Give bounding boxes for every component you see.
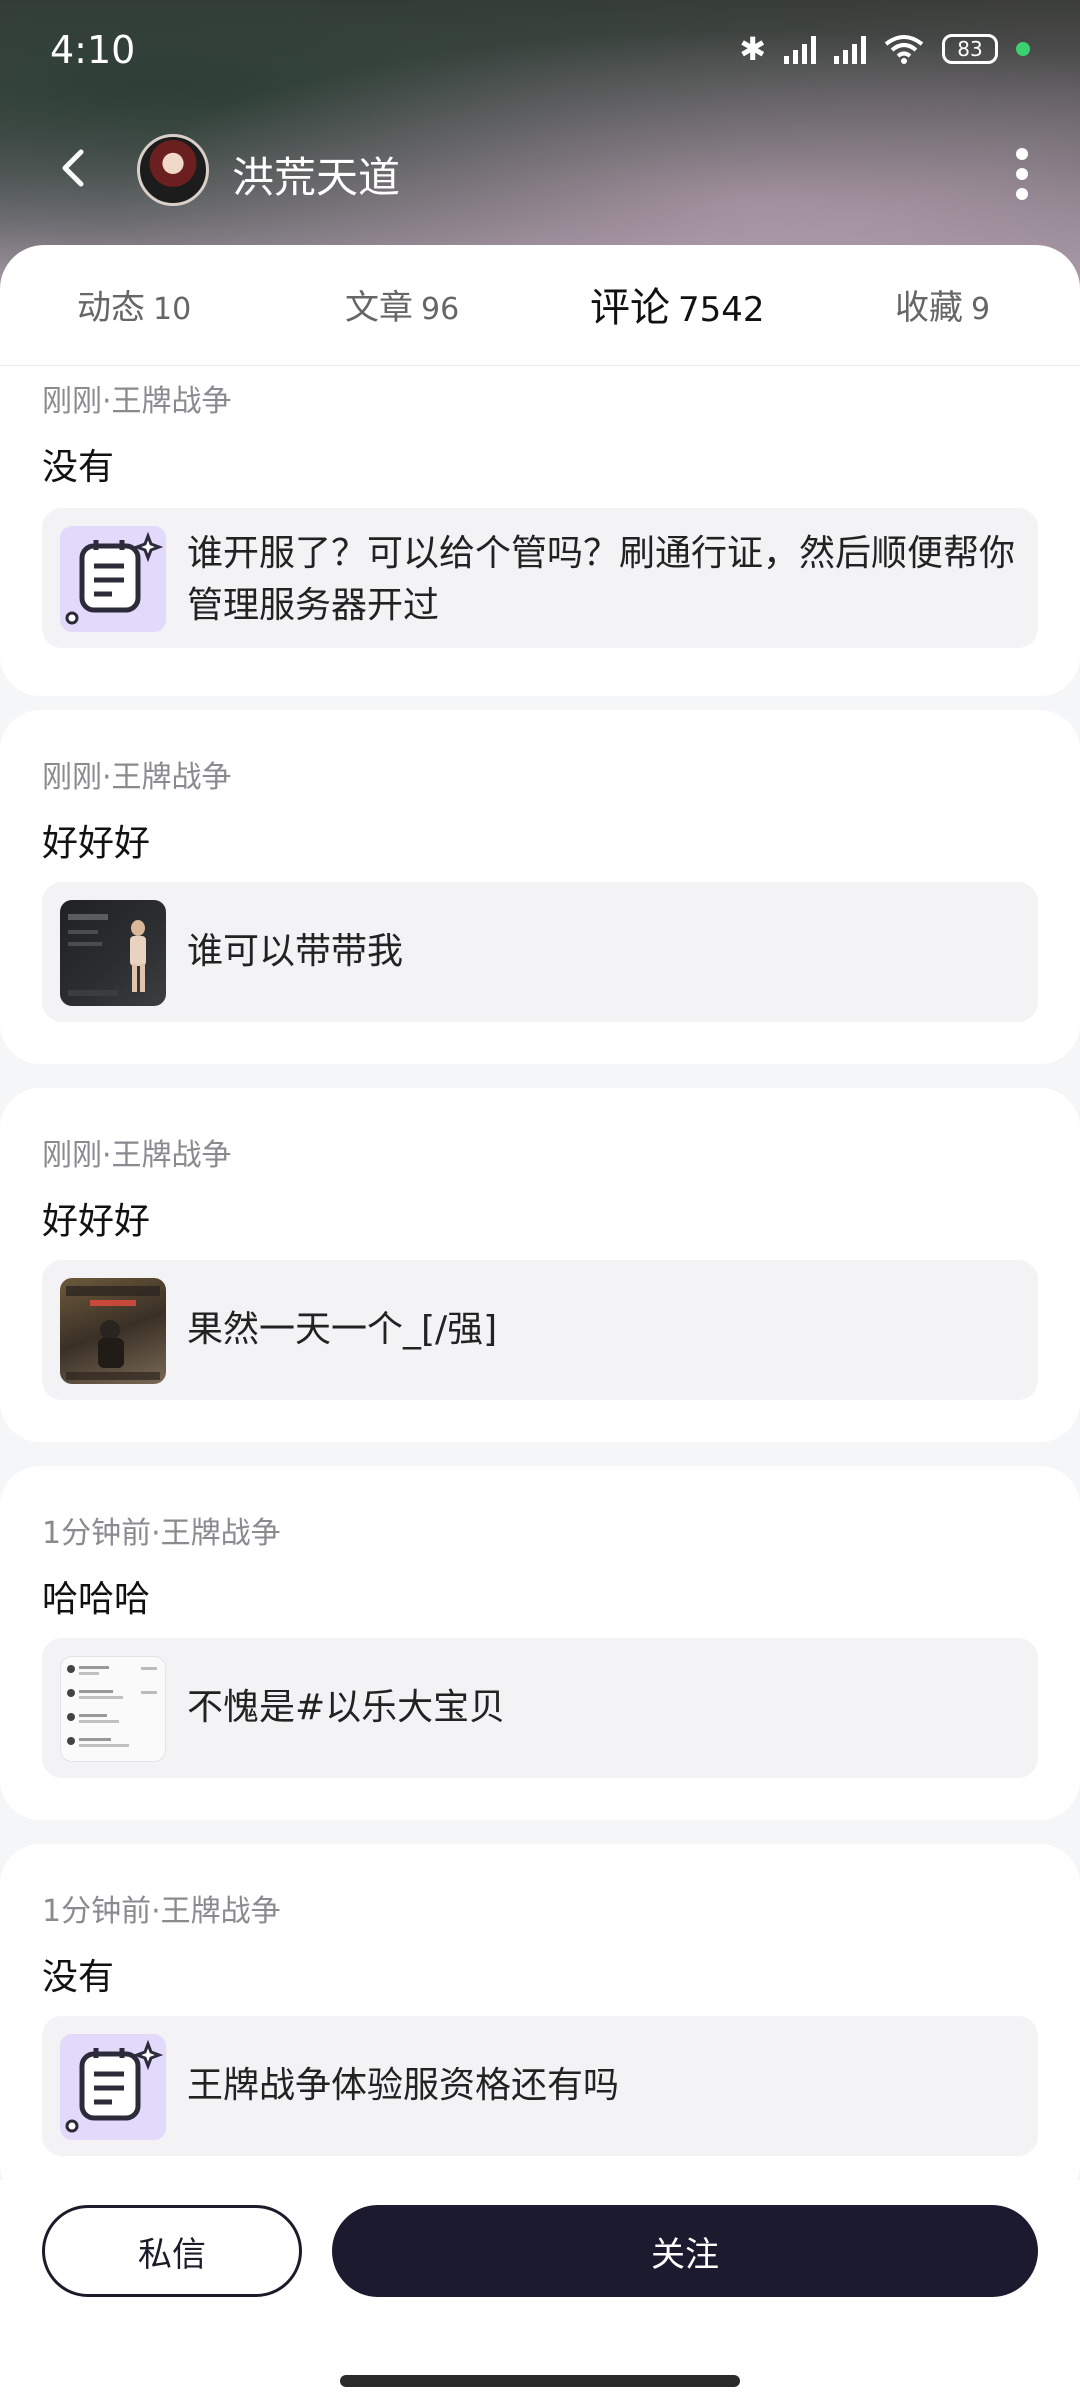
comment-meta: 1分钟前·王牌战争 bbox=[42, 1516, 281, 1551]
quoted-post-text: 不愧是#以乐大宝贝 bbox=[187, 1687, 506, 1728]
comment-text: 好好好 bbox=[42, 823, 151, 864]
note-icon bbox=[60, 526, 166, 632]
avatar[interactable] bbox=[137, 134, 209, 206]
quoted-post-text: 果然一天一个_[/强] bbox=[187, 1309, 498, 1350]
profile-name[interactable]: 洪荒天道 bbox=[232, 144, 400, 205]
privacy-indicator-dot bbox=[1016, 42, 1030, 56]
tab-comments[interactable]: 评论 7542 bbox=[590, 275, 765, 339]
back-arrow-icon[interactable] bbox=[55, 148, 95, 188]
comment-card[interactable]: 刚刚·王牌战争 没有 谁开服了？可以给个管吗？刷通行证，然后顺便帮你管理服务器开… bbox=[0, 366, 1080, 696]
follow-button[interactable]: 关注 bbox=[332, 2205, 1038, 2297]
comment-meta: 刚刚·王牌战争 bbox=[42, 1138, 232, 1173]
quoted-post[interactable]: 果然一天一个_[/强] bbox=[42, 1260, 1038, 1400]
comment-list[interactable]: 刚刚·王牌战争 没有 谁开服了？可以给个管吗？刷通行证，然后顺便帮你管理服务器开… bbox=[0, 366, 1080, 2180]
tab-articles[interactable]: 文章 96 bbox=[345, 280, 459, 329]
comment-card[interactable]: 刚刚·王牌战争 好好好 谁可以带带我 bbox=[0, 710, 1080, 1064]
quoted-post[interactable]: 谁可以带带我 bbox=[42, 882, 1038, 1022]
more-options-icon[interactable] bbox=[1016, 148, 1030, 200]
nav-bar: 洪荒天道 bbox=[0, 110, 1080, 230]
quoted-post[interactable]: 谁开服了？可以给个管吗？刷通行证，然后顺便帮你管理服务器开过 bbox=[42, 508, 1038, 648]
wifi-icon bbox=[884, 35, 924, 64]
battery-icon: 83 bbox=[942, 34, 998, 64]
comment-meta: 刚刚·王牌战争 bbox=[42, 384, 232, 419]
status-time: 4:10 bbox=[50, 28, 136, 72]
signal-icon bbox=[784, 34, 816, 64]
tab-favorites[interactable]: 收藏 9 bbox=[895, 280, 990, 329]
signal-icon-2 bbox=[834, 34, 866, 64]
comment-card[interactable]: 刚刚·王牌战争 好好好 果然一天一个_[/强] bbox=[0, 1088, 1080, 1442]
document-screenshot-thumbnail bbox=[60, 1656, 166, 1762]
home-indicator[interactable] bbox=[340, 2375, 740, 2387]
status-bar: 4:10 ✱ 83 bbox=[0, 0, 1080, 100]
quoted-post[interactable]: 不愧是#以乐大宝贝 bbox=[42, 1638, 1038, 1778]
quoted-post-text: 谁开服了？可以给个管吗？刷通行证，然后顺便帮你管理服务器开过 bbox=[187, 533, 1016, 626]
comment-text: 好好好 bbox=[42, 1201, 151, 1242]
quoted-post[interactable]: 王牌战争体验服资格还有吗 bbox=[42, 2016, 1038, 2156]
comment-meta: 1分钟前·王牌战争 bbox=[42, 1894, 281, 1929]
tab-bar: 动态 10 文章 96 评论 7542 收藏 9 bbox=[0, 245, 1080, 366]
note-icon bbox=[60, 2034, 166, 2140]
game-screenshot-thumbnail bbox=[60, 900, 166, 1006]
comment-text: 哈哈哈 bbox=[42, 1579, 151, 1620]
tab-updates[interactable]: 动态 10 bbox=[77, 280, 191, 329]
bottom-action-bar: 私信 关注 bbox=[0, 2180, 1080, 2400]
comment-card[interactable]: 1分钟前·王牌战争 没有 王牌战争体验服资格还有吗 bbox=[0, 1844, 1080, 2180]
quoted-post-text: 王牌战争体验服资格还有吗 bbox=[187, 2065, 620, 2106]
bluetooth-icon: ✱ bbox=[739, 30, 766, 68]
game-screenshot-thumbnail bbox=[60, 1278, 166, 1384]
message-button[interactable]: 私信 bbox=[42, 2205, 302, 2297]
quoted-post-text: 谁可以带带我 bbox=[187, 931, 404, 972]
comment-text: 没有 bbox=[42, 447, 115, 488]
comment-card[interactable]: 1分钟前·王牌战争 哈哈哈 不愧是#以乐大宝贝 bbox=[0, 1466, 1080, 1820]
comment-meta: 刚刚·王牌战争 bbox=[42, 760, 232, 795]
comment-text: 没有 bbox=[42, 1957, 115, 1998]
